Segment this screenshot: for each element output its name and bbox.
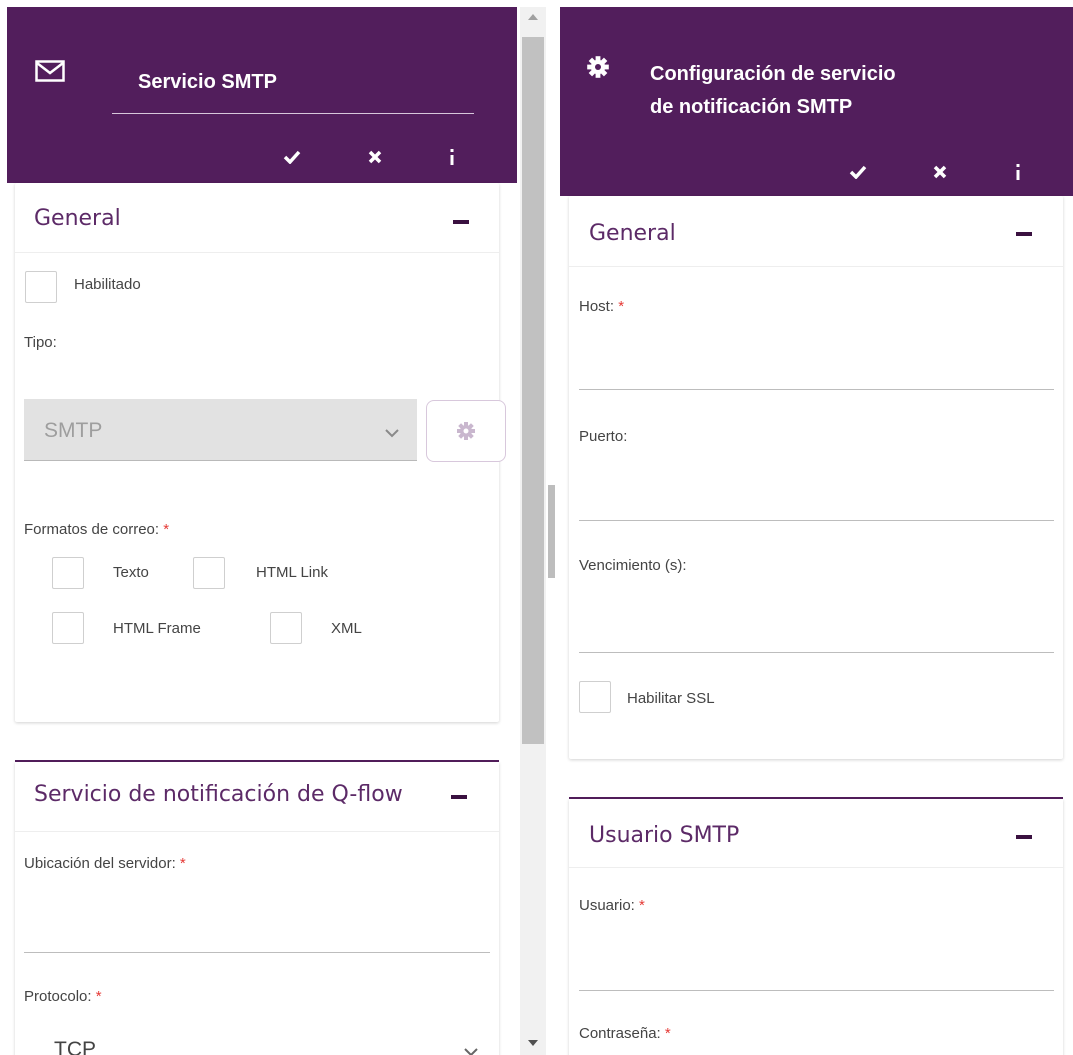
protocolo-label: Protocolo: * bbox=[24, 988, 102, 1005]
more-vertical-icon bbox=[1016, 164, 1020, 180]
right-header-title-line1: Configuración de servicio bbox=[650, 63, 896, 85]
formato-texto-label: Texto bbox=[113, 564, 149, 581]
left-header-title: Servicio SMTP bbox=[138, 71, 277, 93]
right-general-collapse-button[interactable] bbox=[1016, 232, 1032, 236]
ssl-checkbox[interactable] bbox=[579, 681, 611, 713]
right-header: Configuración de servicio de notificació… bbox=[560, 7, 1073, 196]
host-label: Host: * bbox=[579, 298, 625, 315]
left-general-collapse-button[interactable] bbox=[453, 220, 469, 224]
tipo-select-value: SMTP bbox=[44, 419, 103, 442]
qflow-title: Servicio de notificación de Q-flow bbox=[34, 782, 403, 807]
left-cancel-button[interactable] bbox=[363, 145, 387, 169]
more-vertical-icon bbox=[450, 149, 454, 165]
required-mark: * bbox=[95, 988, 102, 1005]
scroll-up-arrow[interactable] bbox=[528, 14, 538, 20]
required-mark: * bbox=[179, 855, 186, 872]
puerto-input-underline bbox=[579, 520, 1054, 521]
formato-html-link-label: HTML Link bbox=[256, 564, 328, 581]
splitter-handle[interactable] bbox=[548, 485, 555, 578]
required-mark: * bbox=[618, 298, 625, 315]
left-header: Servicio SMTP bbox=[7, 7, 517, 183]
qflow-collapse-button[interactable] bbox=[451, 795, 467, 799]
ubicacion-input[interactable] bbox=[24, 912, 490, 952]
vencimiento-label: Vencimiento (s): bbox=[579, 557, 687, 574]
scrollbar-thumb[interactable] bbox=[522, 37, 544, 744]
puerto-label: Puerto: bbox=[579, 428, 628, 445]
check-icon bbox=[849, 165, 867, 179]
tipo-settings-button[interactable] bbox=[426, 400, 506, 462]
usuario-input-underline bbox=[579, 990, 1054, 991]
usuario-collapse-button[interactable] bbox=[1016, 835, 1032, 839]
scroll-down-arrow[interactable] bbox=[528, 1040, 538, 1046]
host-input[interactable] bbox=[579, 346, 1054, 389]
ubicacion-input-underline bbox=[24, 952, 490, 953]
puerto-input[interactable] bbox=[579, 478, 1054, 520]
right-general-card: General Host: * Puerto: Vencimiento (s):… bbox=[569, 196, 1063, 759]
protocolo-select-value: TCP bbox=[54, 1038, 96, 1055]
usuario-card: Usuario SMTP Usuario: * Contraseña: * bbox=[569, 799, 1063, 1055]
right-header-title-line2: de notificación SMTP bbox=[650, 96, 853, 118]
right-more-button[interactable] bbox=[1006, 160, 1030, 184]
ubicacion-label: Ubicación del servidor: * bbox=[24, 855, 186, 872]
habilitado-label: Habilitado bbox=[74, 276, 141, 293]
protocolo-select[interactable]: TCP bbox=[24, 1027, 490, 1055]
habilitado-checkbox[interactable] bbox=[25, 271, 57, 303]
right-general-title: General bbox=[589, 221, 676, 246]
left-confirm-button[interactable] bbox=[280, 145, 304, 169]
close-icon bbox=[368, 150, 382, 164]
formato-html-frame-checkbox[interactable] bbox=[52, 612, 84, 644]
tipo-select[interactable]: SMTP bbox=[24, 399, 417, 461]
ssl-label: Habilitar SSL bbox=[627, 690, 715, 707]
right-confirm-button[interactable] bbox=[846, 160, 870, 184]
qflow-separator bbox=[15, 831, 499, 832]
required-mark: * bbox=[639, 897, 645, 914]
right-cancel-button[interactable] bbox=[928, 160, 952, 184]
contrasena-label: Contraseña: * bbox=[579, 1025, 671, 1042]
required-mark: * bbox=[664, 1025, 671, 1042]
formato-xml-checkbox[interactable] bbox=[270, 612, 302, 644]
usuario-input[interactable] bbox=[579, 949, 1054, 990]
chevron-down-icon bbox=[385, 425, 399, 443]
left-more-button[interactable] bbox=[440, 145, 464, 169]
usuario-separator bbox=[569, 867, 1063, 868]
gear-icon bbox=[586, 55, 610, 84]
qflow-card: Servicio de notificación de Q-flow Ubica… bbox=[15, 762, 499, 1055]
envelope-icon bbox=[35, 60, 65, 87]
formato-xml-label: XML bbox=[331, 620, 362, 637]
formato-html-frame-label: HTML Frame bbox=[113, 620, 201, 637]
host-input-underline bbox=[579, 389, 1054, 390]
required-mark: * bbox=[163, 521, 170, 538]
left-general-title: General bbox=[34, 206, 121, 231]
chevron-down-icon bbox=[464, 1044, 478, 1055]
left-general-separator bbox=[15, 252, 499, 253]
usuario-label: Usuario: * bbox=[579, 897, 645, 914]
check-icon bbox=[283, 150, 301, 164]
formato-html-link-checkbox[interactable] bbox=[193, 557, 225, 589]
usuario-title: Usuario SMTP bbox=[589, 823, 740, 848]
vencimiento-input[interactable] bbox=[579, 610, 1054, 652]
tipo-label: Tipo: bbox=[24, 334, 57, 351]
formato-texto-checkbox[interactable] bbox=[52, 557, 84, 589]
formatos-label: Formatos de correo: * bbox=[24, 521, 170, 538]
gear-icon bbox=[457, 422, 475, 440]
right-general-separator bbox=[569, 266, 1063, 267]
close-icon bbox=[933, 165, 947, 179]
vencimiento-input-underline bbox=[579, 652, 1054, 653]
left-general-card: General Habilitado Tipo: SMTP Formatos d… bbox=[15, 183, 506, 722]
left-header-title-underline bbox=[112, 113, 474, 114]
